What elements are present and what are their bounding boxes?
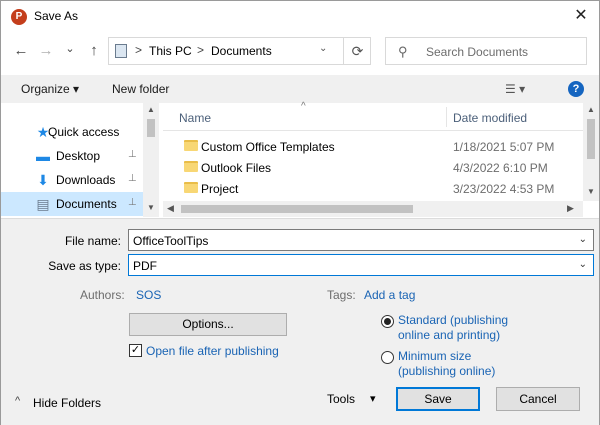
file-name-input[interactable]: OfficeToolTips ⌄ (128, 229, 594, 251)
breadcrumb-separator-icon[interactable]: > (197, 43, 204, 57)
navigation-scrollbar[interactable]: ▲ ▼ (143, 103, 159, 217)
hide-folders-chevron-icon[interactable]: ^ (15, 395, 20, 407)
window-title: Save As (34, 9, 79, 23)
chevron-down-icon[interactable]: ⌄ (579, 234, 587, 245)
sidebar-item-label: Quick access (48, 125, 120, 139)
hide-folders-button[interactable]: Hide Folders (33, 396, 101, 410)
breadcrumb-documents[interactable]: Documents (211, 44, 272, 58)
breadcrumb-separator-icon[interactable]: > (135, 43, 142, 57)
search-placeholder: Search Documents (426, 45, 529, 59)
file-name: Custom Office Templates (201, 140, 335, 154)
sidebar-item-downloads[interactable]: ⬇ Downloads ⊥ (1, 168, 143, 192)
minimum-size-label-line1[interactable]: Minimum size (398, 349, 471, 363)
new-folder-button[interactable]: New folder (112, 82, 169, 96)
authors-label: Authors: (80, 288, 125, 302)
file-name-value: OfficeToolTips (133, 234, 209, 248)
powerpoint-icon: P (11, 9, 27, 25)
tools-dropdown-icon[interactable]: ▾ (370, 392, 376, 405)
file-name: Project (201, 182, 239, 196)
search-box[interactable]: ⚲ Search Documents (385, 37, 587, 65)
file-row-outlook-files[interactable]: Outlook Files 4/3/2022 6:10 PM (163, 157, 579, 178)
standard-radio-label-line1[interactable]: Standard (publishing (398, 313, 508, 327)
scroll-down-icon[interactable]: ▼ (147, 203, 155, 212)
sidebar-item-label: Documents (56, 197, 117, 211)
breadcrumb-this-pc[interactable]: This PC (149, 44, 192, 58)
scroll-up-icon[interactable]: ▲ (147, 105, 155, 114)
minimum-size-label-line2[interactable]: (publishing online) (398, 364, 495, 378)
file-row-project[interactable]: Project 3/23/2022 4:53 PM (163, 178, 579, 199)
back-arrow-icon[interactable]: ← (12, 41, 30, 61)
save-options-panel: File name: OfficeToolTips ⌄ Save as type… (1, 218, 599, 425)
save-button[interactable]: Save (396, 387, 480, 411)
file-list-header: Name ^ Date modified (163, 101, 583, 131)
pin-icon: ⊥ (128, 173, 137, 184)
cancel-button[interactable]: Cancel (496, 387, 580, 411)
column-date-header[interactable]: Date modified (453, 111, 527, 125)
sidebar-item-label: Downloads (56, 173, 116, 187)
sidebar-item-documents[interactable]: ▤ Documents ⊥ (1, 192, 143, 216)
column-name-header[interactable]: Name (179, 111, 211, 125)
file-date: 3/23/2022 4:53 PM (453, 182, 555, 196)
scroll-down-icon[interactable]: ▼ (587, 187, 595, 196)
pin-icon: ⊥ (128, 197, 137, 208)
open-after-publishing-label[interactable]: Open file after publishing (146, 344, 279, 358)
file-row-custom-office-templates[interactable]: Custom Office Templates 1/18/2021 5:07 P… (163, 136, 579, 157)
sort-ascending-icon: ^ (301, 101, 306, 112)
organize-button[interactable]: Organize ▾ (21, 82, 79, 96)
folder-icon (184, 182, 198, 193)
this-pc-icon (115, 44, 127, 58)
scroll-thumb[interactable] (147, 119, 155, 137)
folder-icon (184, 140, 198, 151)
folder-icon (184, 161, 198, 172)
options-button[interactable]: Options... (129, 313, 287, 336)
file-name: Outlook Files (201, 161, 272, 175)
save-as-type-label: Save as type: (48, 259, 121, 273)
file-date: 1/18/2021 5:07 PM (453, 140, 555, 154)
standard-radio-label-line2[interactable]: online and printing) (398, 328, 500, 342)
download-icon: ⬇ (37, 172, 49, 188)
tags-label: Tags: (327, 288, 356, 302)
up-arrow-icon[interactable]: ↑ (85, 41, 103, 61)
save-as-dialog: P Save As ✕ ← → ⌄ ↑ > This PC > Document… (0, 0, 600, 425)
view-options-icon[interactable]: ☰ ▾ (505, 82, 525, 96)
document-icon: ▤ (36, 196, 50, 212)
scroll-up-icon[interactable]: ▲ (587, 105, 595, 114)
forward-arrow-icon[interactable]: → (37, 41, 55, 61)
sidebar-item-desktop[interactable]: ▬ Desktop ⊥ (1, 144, 143, 168)
file-name-label: File name: (64, 234, 121, 248)
save-as-type-select[interactable]: PDF ⌄ (128, 254, 594, 276)
refresh-button[interactable]: ⟳ (343, 38, 371, 64)
search-icon: ⚲ (398, 44, 408, 59)
address-bar[interactable]: > This PC > Documents ⌄ ⟳ (108, 37, 371, 65)
chevron-down-icon[interactable]: ⌄ (579, 259, 587, 270)
sidebar-item-label: Desktop (56, 149, 101, 163)
column-divider[interactable] (446, 107, 447, 127)
address-dropdown-icon[interactable]: ⌄ (319, 43, 327, 54)
desktop-icon: ▬ (36, 148, 50, 164)
add-tag-link[interactable]: Add a tag (364, 288, 415, 302)
authors-value[interactable]: SOS (136, 288, 161, 302)
help-icon[interactable]: ? (568, 81, 584, 97)
pin-icon: ⊥ (128, 149, 137, 160)
scroll-thumb[interactable] (181, 205, 413, 213)
minimum-size-radio[interactable] (381, 351, 394, 364)
tools-button[interactable]: Tools (327, 392, 355, 406)
sidebar-item-quick-access[interactable]: ★ Quick access (1, 120, 143, 144)
file-list-scrollbar[interactable]: ▲ ▼ (583, 103, 599, 201)
close-button[interactable]: ✕ (569, 5, 593, 27)
command-bar: Organize ▾ New folder ☰ ▾ ? (1, 75, 599, 103)
open-after-publishing-checkbox[interactable]: ✓ (129, 344, 142, 357)
title-bar: P Save As ✕ (1, 1, 599, 32)
file-date: 4/3/2022 6:10 PM (453, 161, 548, 175)
recent-locations-chevron-icon[interactable]: ⌄ (61, 39, 79, 59)
scroll-thumb[interactable] (587, 119, 595, 159)
scroll-right-icon[interactable]: ▶ (567, 203, 574, 214)
navigation-pane: ★ Quick access ▬ Desktop ⊥ ⬇ Downloads ⊥… (1, 103, 159, 217)
standard-radio[interactable] (381, 315, 394, 328)
save-as-type-value: PDF (133, 259, 157, 273)
file-list-horizontal-scrollbar[interactable]: ◀ ▶ (163, 201, 583, 217)
scroll-left-icon[interactable]: ◀ (167, 203, 174, 214)
